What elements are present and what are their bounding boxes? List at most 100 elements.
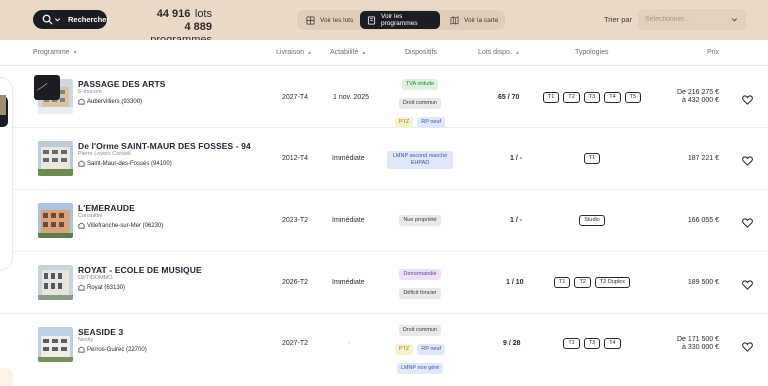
programme-photo[interactable]	[38, 265, 73, 300]
dispositifs-list: LMNP second marché EHPAD	[374, 151, 466, 169]
dispositif-badge: Droit commun	[398, 98, 442, 109]
price-single: 166 055 €	[687, 217, 719, 224]
dispositif-label: LMNP second marché	[392, 153, 448, 159]
dispositif-badge: Denormandie	[399, 269, 441, 280]
lots-available: 1 /	[510, 217, 518, 224]
programme-title[interactable]: De l'Orme SAINT-MAUR DES FOSSES - 94	[78, 141, 251, 151]
programme-title[interactable]: PASSAGE DES ARTS	[78, 79, 166, 89]
column-header-label: Dispositifs	[405, 49, 437, 56]
typologies-list: Studio	[520, 215, 664, 226]
favorite-heart-icon[interactable]	[742, 215, 753, 228]
column-header-typologies: Typologies	[575, 49, 608, 56]
search-button[interactable]: Rechercher	[33, 10, 110, 29]
sort-arrow-icon: ▲	[307, 49, 312, 56]
actabilite-value: 1 nov. 2025	[333, 94, 370, 101]
column-header-lots[interactable]: Lots dispo. ▲	[478, 49, 520, 56]
typology-tag[interactable]: T1	[563, 338, 580, 349]
programme-photo[interactable]	[38, 141, 73, 176]
search-button-label: Rechercher	[68, 15, 110, 24]
table-row[interactable]: SEASIDE 3 Nexity Perros-Guirec (22700) 2…	[0, 314, 768, 386]
table-row[interactable]: L'EMERAUDE Consultim Villefranche-sur-Me…	[0, 190, 768, 252]
column-header-label: Livraison	[276, 49, 305, 56]
table-row[interactable]: PASSAGE DES ARTS E-mocom Aubervilliers (…	[0, 66, 768, 128]
dispositifs-list: Denormandie Déficit foncier	[374, 269, 466, 299]
programme-title[interactable]: SEASIDE 3	[78, 327, 123, 337]
typology-tag[interactable]: T4	[604, 338, 621, 349]
programme-photo[interactable]	[38, 203, 73, 238]
dispositifs-list: Nue propriété	[374, 215, 466, 226]
typology-tag[interactable]: T5	[624, 92, 642, 103]
lots-value: 9 / 28	[503, 340, 521, 347]
typology-tag[interactable]: Studio	[579, 215, 605, 226]
favorite-heart-icon[interactable]	[742, 153, 753, 166]
typologies-list: T1 T2 T2 Duplex	[520, 277, 664, 288]
table-row[interactable]: ROYAT - ECOLE DE MUSIQUE OPTIDOMMO Royat…	[0, 252, 768, 314]
dispositif-badge: LMNP non géré	[396, 363, 444, 374]
programme-location: Saint-Maur-des-Fossés (94100)	[78, 160, 172, 167]
ribbon-mark: ———	[35, 81, 49, 92]
column-header-livraison[interactable]: Livraison ▲	[276, 49, 312, 56]
sort-arrow-icon: ▲	[514, 49, 520, 56]
dispositif-badge: Nue propriété	[399, 215, 441, 226]
lots-available: 1 /	[510, 155, 518, 162]
actabilite-value: Immédiate	[332, 279, 365, 286]
dispositif-badge: LMNP second marché EHPAD	[386, 151, 454, 169]
column-header-prix[interactable]: Prix	[707, 49, 719, 56]
dispositifs-list: TVA réduite Droit commun PTZ RP neuf	[374, 79, 466, 128]
column-header-label: Prix	[707, 49, 720, 56]
ribbon-badge: ———	[34, 75, 60, 100]
typology-tag[interactable]: T1	[583, 153, 601, 164]
view-map-button[interactable]: Voir la carte	[443, 11, 503, 29]
typology-tag[interactable]: T1	[554, 277, 571, 288]
programme-title[interactable]: ROYAT - ECOLE DE MUSIQUE	[78, 265, 202, 275]
livraison-value: 2027-T2	[282, 340, 309, 347]
typology-tag[interactable]: T3	[583, 338, 601, 349]
location-label: Royat (63130)	[87, 284, 126, 291]
price-to: à 330 000 €	[682, 344, 719, 351]
side-panel-edge[interactable]	[0, 78, 12, 270]
column-header-actabilite[interactable]: Actabilité ▲	[330, 49, 366, 56]
price-from: De 216 275 €	[676, 89, 719, 96]
livraison-value: 2027-T4	[282, 94, 309, 101]
column-header-label: Actabilité	[330, 49, 359, 56]
typology-tag[interactable]: T4	[604, 92, 621, 103]
favorite-heart-icon[interactable]	[742, 277, 753, 290]
lots-count: 44 916	[156, 8, 191, 20]
column-header-label: Typologies	[575, 49, 609, 56]
actabilite-value: Immédiate	[332, 155, 365, 162]
column-header-programme[interactable]: Programme ▼	[33, 49, 78, 56]
programme-title[interactable]: L'EMERAUDE	[78, 203, 135, 213]
building-icon	[367, 15, 376, 25]
view-switcher: Voir les lots Voir les programmes Voir l…	[297, 10, 505, 30]
column-header-dispositifs: Dispositifs	[405, 49, 437, 56]
favorite-heart-icon[interactable]	[742, 339, 753, 352]
table-header: Programme ▼ Livraison ▲ Actabilité ▲ Dispos…	[0, 40, 768, 66]
dispositif-badge: PTZ	[394, 117, 414, 128]
price-single: 189 500 €	[687, 279, 719, 286]
programme-location: Perros-Guirec (22700)	[78, 346, 147, 353]
typology-tag[interactable]: T2	[574, 277, 591, 288]
programme-photo[interactable]	[38, 327, 73, 362]
chevron-down-icon	[731, 16, 738, 23]
building-icon	[78, 284, 85, 291]
typology-tag[interactable]: T2 Duplex	[594, 277, 630, 288]
price-single: 187 221 €	[687, 155, 719, 162]
building-icon	[78, 222, 85, 229]
view-map-label: Voir la carte	[464, 16, 499, 24]
grid-icon	[306, 15, 315, 25]
programme-developer: E-mocom	[78, 89, 102, 95]
sort-select[interactable]: Sélectionner...	[638, 9, 746, 30]
typology-tag[interactable]: T2	[563, 92, 580, 103]
view-lots-button[interactable]: Voir les lots	[299, 11, 359, 29]
typology-tag[interactable]: T3	[583, 92, 601, 103]
typologies-list: T1	[520, 153, 664, 164]
actabilite-value: Immédiate	[332, 217, 365, 224]
dispositif-badge: RP neuf	[417, 344, 446, 355]
favorite-heart-icon[interactable]	[742, 92, 753, 105]
location-label: Villefranche-sur-Mer (06230)	[87, 222, 164, 229]
programme-developer: OPTIDOMMO	[78, 275, 113, 281]
dispositif-badge: RP neuf	[417, 117, 446, 128]
table-row[interactable]: De l'Orme SAINT-MAUR DES FOSSES - 94 Pie…	[0, 128, 768, 190]
view-programmes-button[interactable]: Voir les programmes	[360, 11, 440, 29]
typology-tag[interactable]: T1	[542, 92, 560, 103]
